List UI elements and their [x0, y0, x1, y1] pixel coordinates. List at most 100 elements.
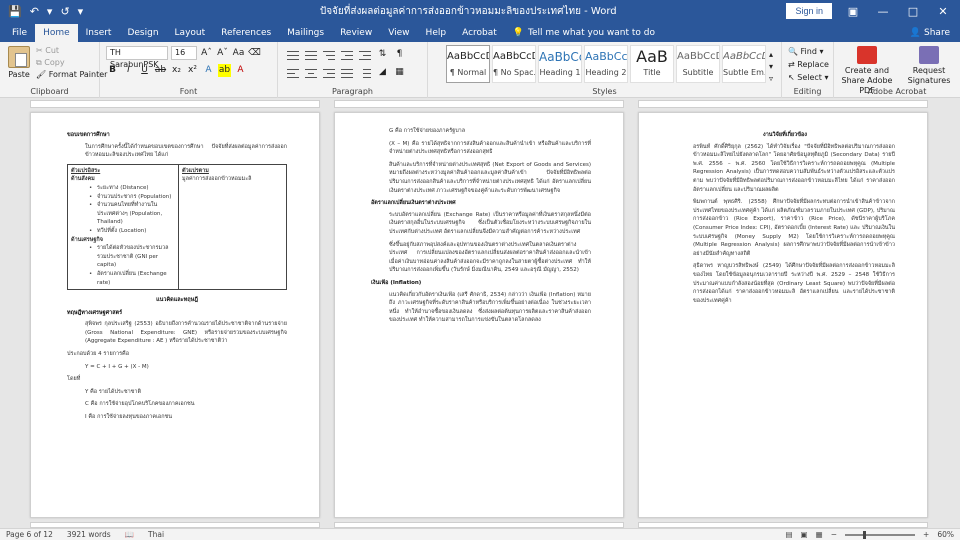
change-case-icon[interactable]: Aa — [232, 47, 245, 60]
tab-layout[interactable]: Layout — [167, 24, 214, 42]
zoom-level[interactable]: 60% — [937, 530, 954, 539]
multilevel-list-icon[interactable] — [322, 49, 336, 61]
read-mode-icon[interactable]: ▤ — [785, 530, 792, 539]
find-button[interactable]: 🔍 Find ▾ — [788, 45, 829, 58]
line-spacing-icon[interactable] — [358, 67, 372, 79]
replace-button[interactable]: ⇄ Replace — [788, 58, 829, 71]
close-icon[interactable]: ✕ — [934, 5, 952, 18]
style-heading-1[interactable]: AaBbCc Heading 1 — [538, 45, 582, 83]
tab-home[interactable]: Home — [35, 24, 78, 42]
quick-access-toolbar: 💾 ↶ ▾ ↺ ▾ — [0, 6, 150, 17]
sort-icon[interactable]: ⇅ — [376, 48, 389, 61]
styles-scroll-up-icon[interactable]: ▴ — [769, 50, 773, 59]
request-signatures-button[interactable]: Request Signatures — [902, 46, 956, 86]
styles-more-icon[interactable]: ▿ — [769, 74, 773, 83]
ruler-page-1[interactable] — [30, 100, 320, 108]
customize-qat-icon[interactable]: ▾ — [78, 6, 84, 17]
tab-review[interactable]: Review — [332, 24, 380, 42]
bold-icon[interactable]: B — [106, 64, 119, 77]
document-page-1[interactable]: ขอบเขตการศึกษา ในการศึกษาครั้งนี้ได้กำหน… — [30, 112, 320, 518]
replace-icon: ⇄ — [788, 60, 795, 69]
tab-acrobat[interactable]: Acrobat — [454, 24, 505, 42]
sign-in-button[interactable]: Sign in — [786, 3, 832, 19]
decrease-indent-icon[interactable] — [340, 49, 354, 61]
numbering-icon[interactable] — [304, 49, 318, 61]
zoom-out-icon[interactable]: − — [831, 530, 837, 539]
definition-item: C คือ การใช้จ่ายอุปโภคบริโภคของภาคเอกชน — [85, 401, 195, 408]
chevron-down-icon[interactable]: ▾ — [47, 6, 53, 17]
share-button[interactable]: 👤 Share — [900, 24, 960, 42]
style-subtle-emphasis[interactable]: AaBbCcDd Subtle Em... — [722, 45, 766, 83]
redo-icon[interactable]: ↺ — [60, 6, 69, 17]
document-page-3[interactable]: งานวิจัยที่เกี่ยวข้อง อรพินท์ ศักดิ์ศิริ… — [638, 112, 928, 518]
tab-design[interactable]: Design — [119, 24, 166, 42]
superscript-icon[interactable]: x² — [186, 64, 199, 77]
format-painter-button[interactable]: 🖌 Format Painter — [36, 69, 107, 81]
bullets-icon[interactable] — [286, 49, 300, 61]
zoom-slider-thumb[interactable] — [862, 530, 866, 539]
align-right-icon[interactable] — [322, 67, 336, 79]
font-family-select[interactable]: TH SarabunPSK — [106, 46, 168, 69]
italic-icon[interactable]: I — [122, 64, 135, 77]
clear-formatting-icon[interactable]: ⌫ — [248, 47, 261, 60]
clipboard-group-label: Clipboard — [30, 87, 69, 96]
style-heading-2[interactable]: AaBbCc[ Heading 2 — [584, 45, 628, 83]
print-layout-icon[interactable]: ▣ — [801, 530, 808, 539]
list-item: รายได้ต่อหัวของประชากรมวลรวมประชาชาติ (G… — [71, 244, 175, 270]
copy-button[interactable]: ⧉ Copy — [36, 57, 107, 69]
proofing-icon[interactable]: 📖 — [125, 530, 134, 539]
justify-icon[interactable] — [340, 67, 354, 79]
style-sample: AaBbCcDd — [493, 51, 535, 62]
copy-label: Copy — [44, 58, 65, 67]
shading-icon[interactable]: ◢ — [376, 66, 389, 79]
language[interactable]: Thai — [148, 530, 164, 539]
highlight-icon[interactable]: ab — [218, 64, 231, 77]
align-center-icon[interactable] — [304, 67, 318, 79]
cut-button[interactable]: ✂ Cut — [36, 45, 107, 57]
style-normal[interactable]: AaBbCcDd ¶ Normal — [446, 45, 490, 83]
tab-insert[interactable]: Insert — [78, 24, 120, 42]
text-effects-icon[interactable]: A — [202, 64, 215, 77]
tab-mailings[interactable]: Mailings — [279, 24, 332, 42]
select-button[interactable]: ↖ Select ▾ — [788, 71, 829, 84]
maximize-icon[interactable]: □ — [904, 5, 922, 18]
editing-group: 🔍 Find ▾ ⇄ Replace ↖ Select ▾ Editing — [782, 42, 834, 98]
subscript-icon[interactable]: x₂ — [170, 64, 183, 77]
tab-view[interactable]: View — [380, 24, 417, 42]
word-count[interactable]: 3921 words — [67, 530, 111, 539]
ruler-page-2[interactable] — [334, 100, 624, 108]
tab-file[interactable]: File — [4, 24, 35, 42]
page-count[interactable]: Page 6 of 12 — [6, 530, 53, 539]
style-no-spacing[interactable]: AaBbCcDd ¶ No Spac... — [492, 45, 536, 83]
paragraph: สุพิจพร กุลประเสริฐ (2553) อธิบายถึงการค… — [85, 321, 287, 345]
zoom-slider[interactable] — [845, 530, 916, 539]
font-size-select[interactable]: 16 — [171, 46, 197, 60]
shrink-font-icon[interactable]: Aˇ — [216, 47, 229, 60]
font-color-icon[interactable]: A — [234, 64, 247, 77]
align-left-icon[interactable] — [286, 67, 300, 79]
font-group-label: Font — [179, 87, 198, 96]
undo-icon[interactable]: ↶ — [30, 6, 39, 17]
style-title[interactable]: AaB Title — [630, 45, 674, 83]
style-sample: AaBbCcD — [677, 51, 720, 62]
web-layout-icon[interactable]: ▦ — [816, 530, 823, 539]
scissors-icon: ✂ — [36, 46, 43, 55]
show-marks-icon[interactable]: ¶ — [393, 48, 406, 61]
zoom-in-icon[interactable]: + — [923, 530, 929, 539]
increase-indent-icon[interactable] — [358, 49, 372, 61]
ribbon-display-options-icon[interactable]: ▣ — [844, 5, 862, 18]
grow-font-icon[interactable]: Aˆ — [200, 47, 213, 60]
document-page-2[interactable]: G คือ การใช้จ่ายของภาครัฐบาล (X – M) คือ… — [334, 112, 624, 518]
borders-icon[interactable]: ▦ — [393, 66, 406, 79]
style-subtitle[interactable]: AaBbCcD Subtitle — [676, 45, 720, 83]
paste-button[interactable]: Paste — [6, 46, 32, 79]
minimize-icon[interactable]: — — [874, 5, 892, 18]
strikethrough-icon[interactable]: ab — [154, 64, 167, 77]
save-icon[interactable]: 💾 — [8, 6, 22, 17]
tab-help[interactable]: Help — [418, 24, 455, 42]
styles-scroll-down-icon[interactable]: ▾ — [769, 62, 773, 71]
tell-me-search[interactable]: 💡 Tell me what you want to do — [505, 24, 663, 42]
tab-references[interactable]: References — [213, 24, 279, 42]
underline-icon[interactable]: U — [138, 64, 151, 77]
ruler-page-3[interactable] — [638, 100, 928, 108]
